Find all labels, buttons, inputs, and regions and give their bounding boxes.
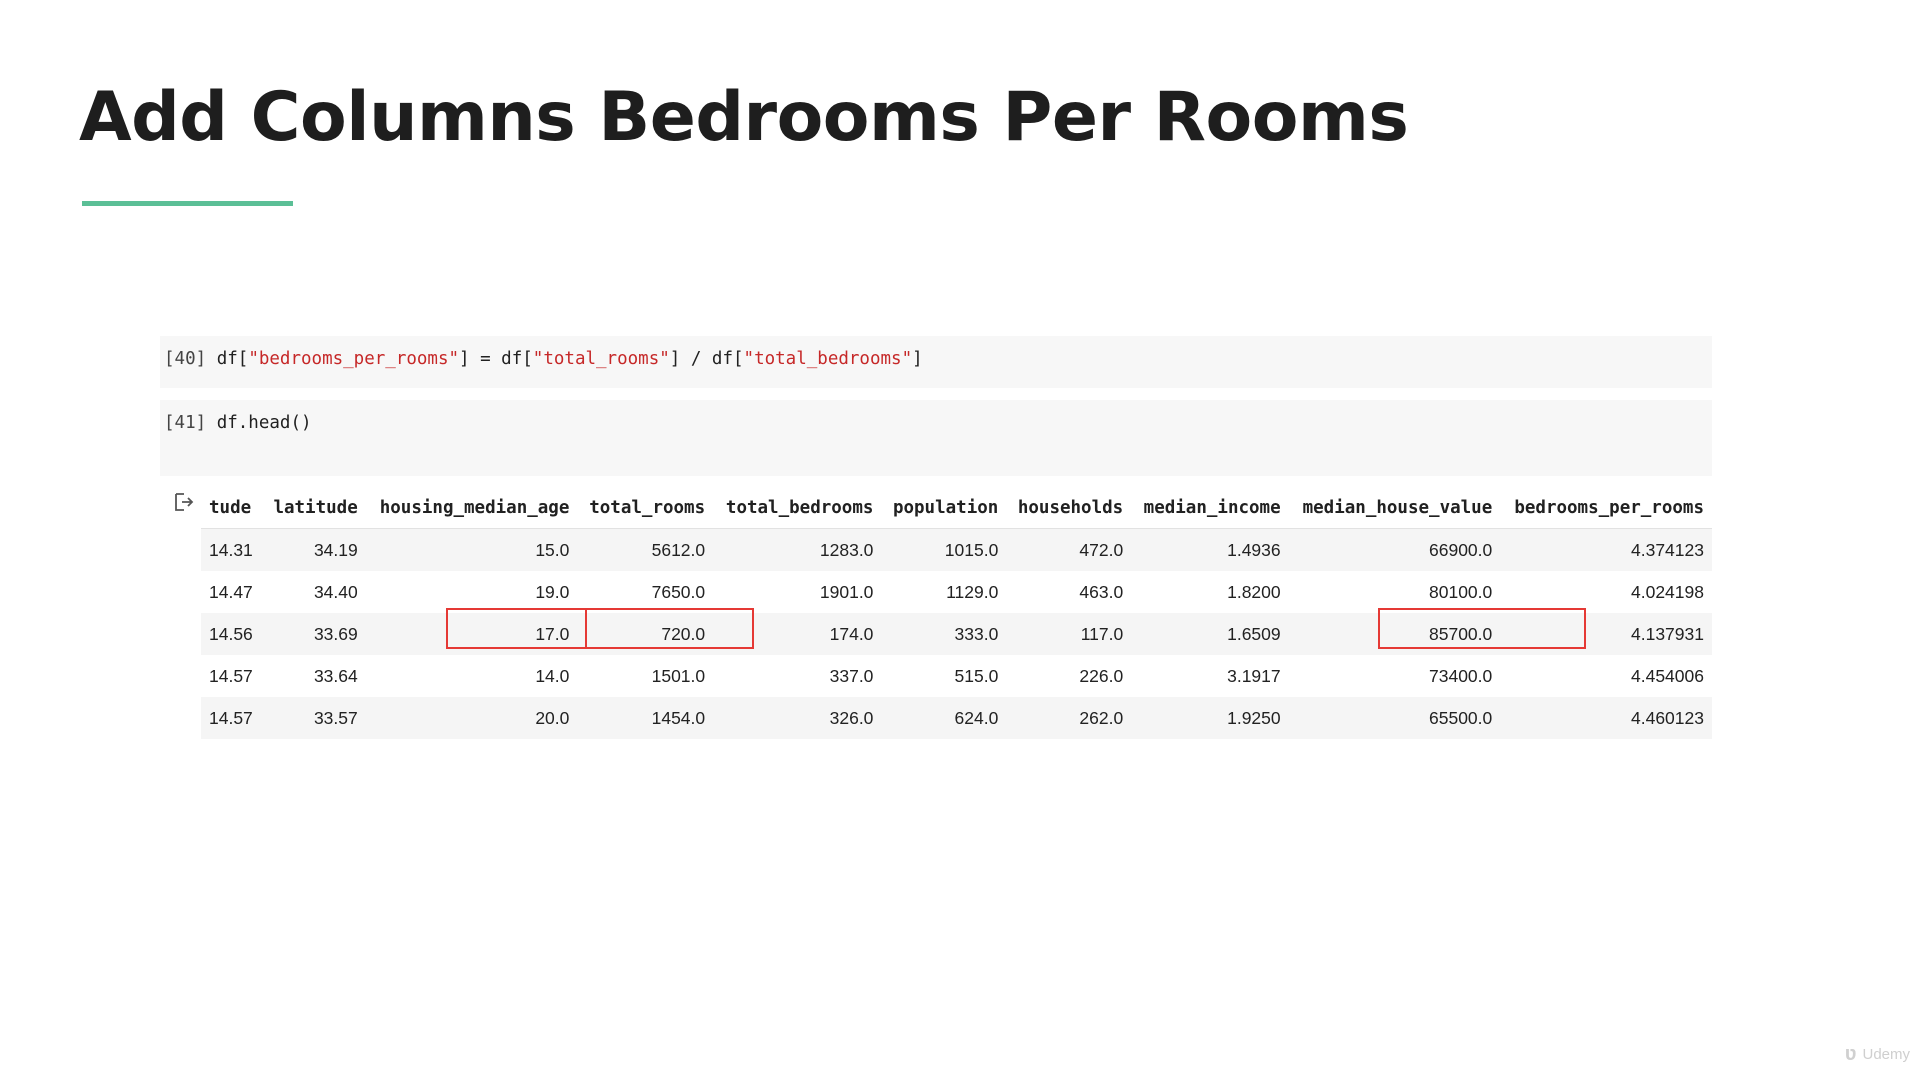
table-row: 14.47 34.40 19.0 7650.0 1901.0 1129.0 463.0 1.8… xyxy=(201,571,1712,613)
table-cell: 226.0 xyxy=(1079,665,1124,686)
table-row: 14.57 33.57 20.0 1454.0 326.0 624.0 262.0 1.925… xyxy=(201,697,1712,739)
table-cell: 14.47 xyxy=(209,581,253,602)
code-token: ] = df[ xyxy=(459,349,533,369)
table-cell: 262.0 xyxy=(1079,707,1124,728)
table-cell: 1454.0 xyxy=(651,707,706,728)
column-header-population: population xyxy=(881,488,1007,529)
table-cell: 1.4936 xyxy=(1227,539,1281,560)
code-cell-41[interactable]: [41] df.head() xyxy=(160,400,1712,476)
table-cell: 1.9250 xyxy=(1227,707,1281,728)
table-cell: 14.57 xyxy=(209,665,253,686)
highlight-box-median-house-value xyxy=(1378,608,1586,649)
table-cell: 5612.0 xyxy=(651,539,706,560)
table-cell: 66900.0 xyxy=(1429,539,1493,560)
code-cell-40[interactable]: [40] df["bedrooms_per_rooms"] = df["tota… xyxy=(160,336,1712,388)
slide-title: Add Columns Bedrooms Per Rooms xyxy=(79,78,1409,157)
code-string: "total_rooms" xyxy=(532,349,670,369)
table-cell: 34.40 xyxy=(313,581,358,602)
watermark-text: Udemy xyxy=(1862,1046,1910,1063)
code-token: df.head() xyxy=(216,413,312,433)
table-cell: 7650.0 xyxy=(651,581,706,602)
code-line: [41] df.head() xyxy=(164,413,312,433)
table-cell: 4.374123 xyxy=(1631,539,1704,560)
column-header-total-bedrooms: total_bedrooms xyxy=(713,488,882,529)
table-cell: 4.454006 xyxy=(1631,665,1704,686)
table-cell: 19.0 xyxy=(535,581,570,602)
table-cell: 326.0 xyxy=(829,707,874,728)
table-row: 14.31 34.19 15.0 5612.0 1283.0 1015.0 472.0 1.4… xyxy=(201,528,1712,571)
code-string: "bedrooms_per_rooms" xyxy=(248,349,460,369)
table-cell: 1015.0 xyxy=(944,539,999,560)
cell-prompt: [41] xyxy=(164,413,207,433)
table-cell: 33.64 xyxy=(313,665,358,686)
table-cell: 515.0 xyxy=(954,665,999,686)
table-cell: 65500.0 xyxy=(1429,707,1493,728)
udemy-watermark: ʋ Udemy xyxy=(1845,1043,1910,1066)
table-cell: 1901.0 xyxy=(819,581,874,602)
slide: Add Columns Bedrooms Per Rooms [40] df["… xyxy=(0,0,1920,1080)
table-cell: 33.69 xyxy=(313,623,358,644)
table-cell: 14.56 xyxy=(209,623,253,644)
table-row: 14.57 33.64 14.0 1501.0 337.0 515.0 226.0 3.191… xyxy=(201,655,1712,697)
udemy-logo-icon: ʋ xyxy=(1844,1043,1857,1065)
cell-prompt: [40] xyxy=(164,349,207,369)
table-cell: 1.8200 xyxy=(1227,581,1281,602)
table-cell: 14.0 xyxy=(535,665,570,686)
table-cell: 14.57 xyxy=(209,707,253,728)
code-string: "total_bedrooms" xyxy=(743,349,913,369)
column-header-total-rooms: total_rooms xyxy=(577,488,714,529)
table-cell: 20.0 xyxy=(535,707,570,728)
table-cell: 337.0 xyxy=(829,665,874,686)
table-cell: 472.0 xyxy=(1079,539,1124,560)
table-header-row: tude latitude housing_median_age total_room… xyxy=(201,488,1712,529)
table-cell: 333.0 xyxy=(954,623,999,644)
column-header-median-income: median_income xyxy=(1131,488,1289,529)
table-cell: 1283.0 xyxy=(819,539,874,560)
column-header-households: households xyxy=(1006,488,1132,529)
table-cell: 73400.0 xyxy=(1429,665,1493,686)
code-line: [40] df["bedrooms_per_rooms"] = df["tota… xyxy=(164,349,923,369)
table-cell: 34.19 xyxy=(313,539,358,560)
table-cell: 624.0 xyxy=(954,707,999,728)
column-header-housing-median-age: housing_median_age xyxy=(365,488,578,529)
table-cell: 15.0 xyxy=(535,539,570,560)
table-cell: 80100.0 xyxy=(1429,581,1493,602)
table-cell: 463.0 xyxy=(1079,581,1124,602)
column-header-bedrooms-per-rooms: bedrooms_per_rooms xyxy=(1500,488,1712,529)
column-header-tude: tude xyxy=(201,488,263,529)
table-cell: 1501.0 xyxy=(651,665,706,686)
table-cell: 4.024198 xyxy=(1631,581,1704,602)
table-cell: 117.0 xyxy=(1080,623,1124,644)
code-token: ] xyxy=(912,349,923,369)
highlight-box-total-rooms xyxy=(585,608,754,649)
code-token: ] / df[ xyxy=(669,349,744,369)
column-header-latitude: latitude xyxy=(262,488,366,529)
table-cell: 1129.0 xyxy=(946,581,999,602)
title-underline xyxy=(82,201,293,206)
table-cell: 3.1917 xyxy=(1227,665,1281,686)
table-cell: 1.6509 xyxy=(1227,623,1281,644)
output-redirect-icon[interactable] xyxy=(173,491,195,513)
table-cell: 4.460123 xyxy=(1631,707,1704,728)
table-cell: 14.31 xyxy=(209,539,253,560)
table-cell: 33.57 xyxy=(313,707,358,728)
code-token: df[ xyxy=(216,349,249,369)
column-header-median-house-value: median_house_value xyxy=(1288,488,1501,529)
highlight-box-housing-median-age xyxy=(446,608,587,649)
